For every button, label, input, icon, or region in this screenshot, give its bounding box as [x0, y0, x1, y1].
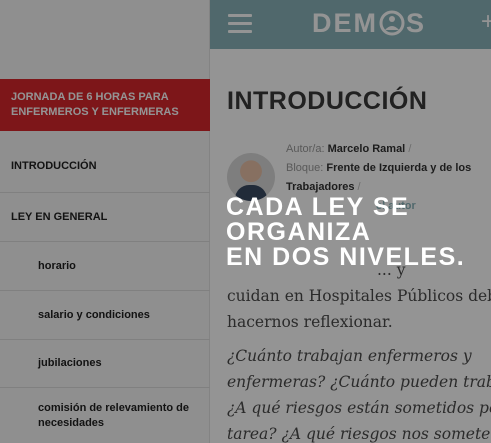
overlay-message: CADA LEY SE ORGANIZA EN DOS NIVELES. — [226, 195, 465, 270]
overlay-line: ORGANIZA — [226, 218, 372, 246]
overlay-line: EN DOS NIVELES. — [226, 243, 466, 271]
overlay-line: CADA LEY SE — [226, 193, 410, 221]
